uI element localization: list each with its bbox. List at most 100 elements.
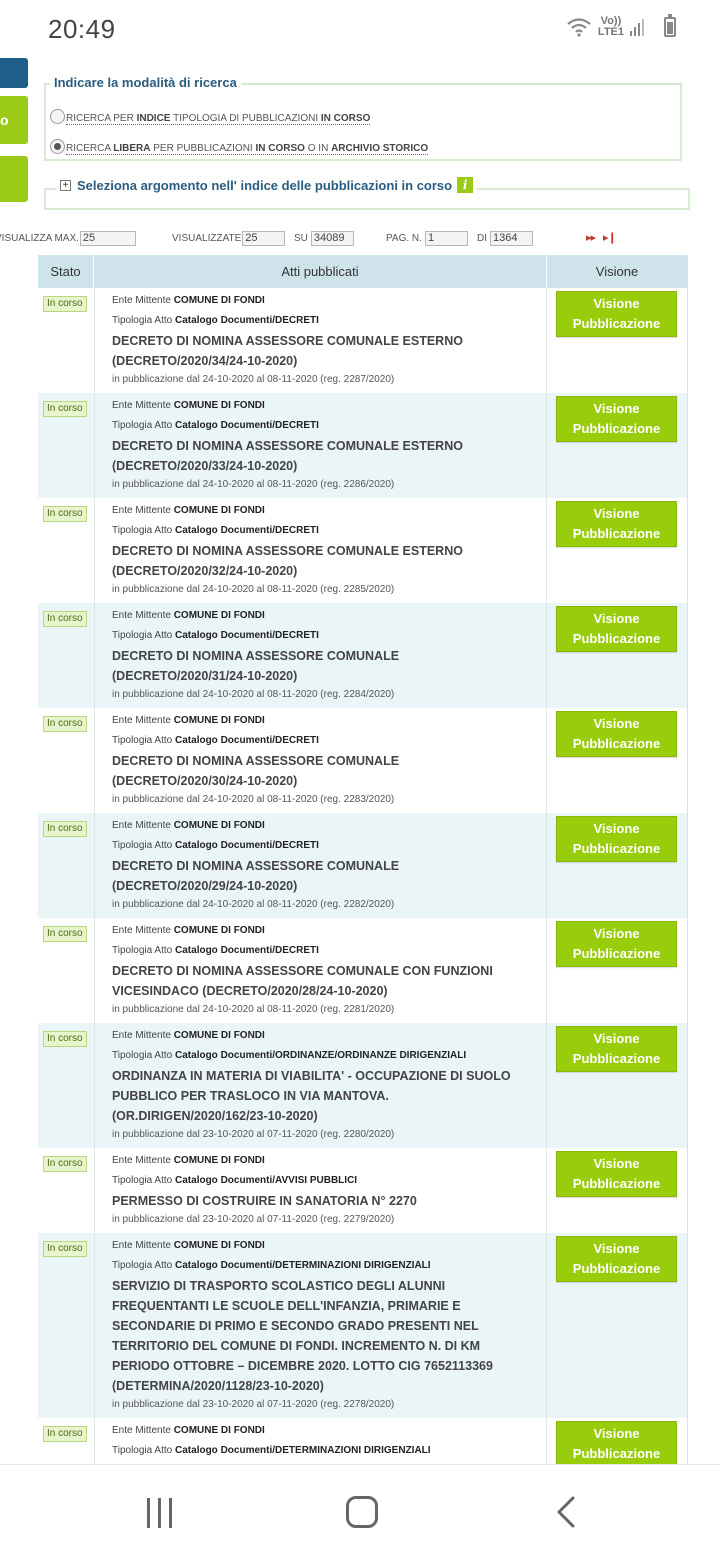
status-badge: In corso xyxy=(43,716,87,732)
topic-index-toggle[interactable]: + Seleziona argomento nell' indice delle… xyxy=(56,177,478,193)
view-publication-button[interactable]: Visione Pubblicazione xyxy=(556,921,677,967)
status-cell: In corso xyxy=(38,603,94,708)
status-badge: In corso xyxy=(43,1031,87,1047)
system-nav-bar xyxy=(0,1464,720,1560)
publication-period: in pubblicazione dal 24-10-2020 al 08-11… xyxy=(112,1004,395,1015)
last-page-icon[interactable]: ▸❙ xyxy=(603,231,617,244)
table-row: In corso Ente Mittente COMUNE DI FONDI T… xyxy=(38,393,687,498)
act-cell: Ente Mittente COMUNE DI FONDI Tipologia … xyxy=(94,708,547,813)
radio-free-label[interactable]: RICERCA LIBERA PER PUBBLICAZIONI IN CORS… xyxy=(66,137,429,155)
act-title: DECRETO DI NOMINA ASSESSORE COMUNALE (DE… xyxy=(112,859,400,893)
side-tab-green-2[interactable] xyxy=(0,156,28,202)
status-cell: In corso xyxy=(38,918,94,1023)
back-icon[interactable] xyxy=(556,1496,576,1528)
status-cell: In corso xyxy=(38,708,94,813)
table-header: Stato Atti pubblicati Visione xyxy=(38,255,687,288)
view-publication-button[interactable]: Visione Pubblicazione xyxy=(556,1236,677,1282)
total-count-field: 34089 xyxy=(310,231,354,246)
act-title: SERVIZIO DI TRASPORTO SCOLASTICO DEGLI A… xyxy=(112,1279,493,1393)
wifi-icon xyxy=(567,18,591,37)
radio-free-search[interactable] xyxy=(50,138,65,154)
sender-line: Ente Mittente COMUNE DI FONDI xyxy=(112,400,265,411)
radio-index-search[interactable] xyxy=(50,108,65,124)
view-publication-button[interactable]: Visione Pubblicazione xyxy=(556,1026,677,1072)
act-title: DECRETO DI NOMINA ASSESSORE COMUNALE (DE… xyxy=(112,649,400,683)
sender-line: Ente Mittente COMUNE DI FONDI xyxy=(112,505,265,516)
status-badge: In corso xyxy=(43,1241,87,1257)
sender-line: Ente Mittente COMUNE DI FONDI xyxy=(112,1155,265,1166)
shown-label: VISUALIZZATE xyxy=(172,233,242,244)
topic-index-label[interactable]: Seleziona argomento nell' indice delle p… xyxy=(77,178,452,193)
view-publication-button[interactable]: Visione Pubblicazione xyxy=(556,291,677,337)
publication-period: in pubblicazione dal 24-10-2020 al 08-11… xyxy=(112,899,395,910)
status-badge: In corso xyxy=(43,821,87,837)
status-badge: In corso xyxy=(43,926,87,942)
view-cell: Visione Pubblicazione xyxy=(547,498,687,603)
table-row: In corso Ente Mittente COMUNE DI FONDI T… xyxy=(38,1418,687,1467)
total-pages-field: 1364 xyxy=(490,231,533,246)
status-cell: In corso xyxy=(38,393,94,498)
view-publication-button[interactable]: Visione Pubblicazione xyxy=(556,396,677,442)
view-cell: Visione Pubblicazione xyxy=(547,1023,687,1148)
sender-line: Ente Mittente COMUNE DI FONDI xyxy=(112,610,265,621)
radio-row-free[interactable]: RICERCA LIBERA PER PUBBLICAZIONI IN CORS… xyxy=(50,137,429,155)
type-line: Tipologia Atto Catalogo Documenti/DECRET… xyxy=(112,735,319,746)
type-line: Tipologia Atto Catalogo Documenti/DETERM… xyxy=(112,1445,431,1456)
table-row: In corso Ente Mittente COMUNE DI FONDI T… xyxy=(38,708,687,813)
page-number-input[interactable]: 1 xyxy=(424,231,468,246)
sender-line: Ente Mittente COMUNE DI FONDI xyxy=(112,820,265,831)
table-row: In corso Ente Mittente COMUNE DI FONDI T… xyxy=(38,1148,687,1233)
act-cell: Ente Mittente COMUNE DI FONDI Tipologia … xyxy=(94,813,547,918)
act-cell: Ente Mittente COMUNE DI FONDI Tipologia … xyxy=(94,288,547,393)
publication-period: in pubblicazione dal 24-10-2020 al 08-11… xyxy=(112,479,395,490)
header-visione[interactable]: Visione xyxy=(547,255,687,288)
pagination-bar: VISUALIZZA MAX. 25 VISUALIZZATE 25 SU 34… xyxy=(0,231,720,247)
publication-period: in pubblicazione dal 23-10-2020 al 07-11… xyxy=(112,1129,395,1140)
type-line: Tipologia Atto Catalogo Documenti/ORDINA… xyxy=(112,1050,467,1061)
header-atti[interactable]: Atti pubblicati xyxy=(94,255,547,288)
publication-period: in pubblicazione dal 23-10-2020 al 07-11… xyxy=(112,1399,395,1410)
info-icon[interactable]: i xyxy=(457,177,474,193)
status-cell: In corso xyxy=(38,813,94,918)
status-badge: In corso xyxy=(43,506,87,522)
sender-line: Ente Mittente COMUNE DI FONDI xyxy=(112,1425,265,1436)
act-cell: Ente Mittente COMUNE DI FONDI Tipologia … xyxy=(94,603,547,708)
table-row: In corso Ente Mittente COMUNE DI FONDI T… xyxy=(38,813,687,918)
radio-index-label[interactable]: RICERCA PER INDICE TIPOLOGIA DI PUBBLICA… xyxy=(66,107,371,125)
status-cell: In corso xyxy=(38,1418,94,1467)
side-tab-blue[interactable] xyxy=(0,58,28,88)
max-results-input[interactable]: 25 xyxy=(79,231,136,246)
type-line: Tipologia Atto Catalogo Documenti/DECRET… xyxy=(112,525,319,536)
recent-apps-icon[interactable] xyxy=(147,1498,172,1528)
act-title: PERMESSO DI COSTRUIRE IN SANATORIA N° 22… xyxy=(112,1194,417,1208)
act-cell: Ente Mittente COMUNE DI FONDI Tipologia … xyxy=(94,1418,547,1467)
status-time: 20:49 xyxy=(48,14,116,44)
act-cell: Ente Mittente COMUNE DI FONDI Tipologia … xyxy=(94,393,547,498)
next-page-icon[interactable]: ▸▸ xyxy=(586,231,596,244)
view-publication-button[interactable]: Visione Pubblicazione xyxy=(556,1421,677,1467)
network-indicator: Vo)) LTE1 xyxy=(597,15,624,38)
publication-period: in pubblicazione dal 24-10-2020 al 08-11… xyxy=(112,584,395,595)
status-badge: In corso xyxy=(43,401,87,417)
view-publication-button[interactable]: Visione Pubblicazione xyxy=(556,711,677,757)
side-tab-green[interactable]: o xyxy=(0,96,28,144)
home-icon[interactable] xyxy=(346,1496,378,1528)
status-cell: In corso xyxy=(38,1233,94,1418)
expand-plus-icon[interactable]: + xyxy=(60,179,71,191)
header-stato[interactable]: Stato xyxy=(38,255,94,288)
type-line: Tipologia Atto Catalogo Documenti/DETERM… xyxy=(112,1260,431,1271)
view-cell: Visione Pubblicazione xyxy=(547,1148,687,1233)
publication-period: in pubblicazione dal 23-10-2020 al 07-11… xyxy=(112,1214,395,1225)
view-publication-button[interactable]: Visione Pubblicazione xyxy=(556,501,677,547)
view-publication-button[interactable]: Visione Pubblicazione xyxy=(556,606,677,652)
radio-row-index[interactable]: RICERCA PER INDICE TIPOLOGIA DI PUBBLICA… xyxy=(50,107,371,125)
view-cell: Visione Pubblicazione xyxy=(547,918,687,1023)
view-cell: Visione Pubblicazione xyxy=(547,603,687,708)
view-cell: Visione Pubblicazione xyxy=(547,1233,687,1418)
view-publication-button[interactable]: Visione Pubblicazione xyxy=(556,816,677,862)
sender-line: Ente Mittente COMUNE DI FONDI xyxy=(112,295,265,306)
table-body: In corso Ente Mittente COMUNE DI FONDI T… xyxy=(38,288,687,1467)
signal-icon xyxy=(630,18,644,36)
act-title: DECRETO DI NOMINA ASSESSORE COMUNALE EST… xyxy=(112,544,463,578)
view-publication-button[interactable]: Visione Pubblicazione xyxy=(556,1151,677,1197)
